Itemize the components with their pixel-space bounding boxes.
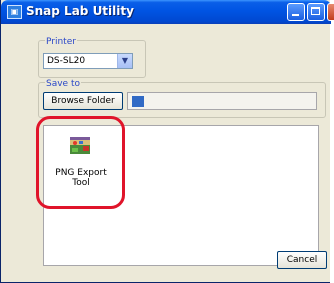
maximize-button[interactable] bbox=[307, 3, 325, 21]
highlight-callout bbox=[36, 116, 125, 209]
save-to-label: Save to bbox=[45, 79, 81, 89]
printer-select[interactable]: DS-SL20 ▼ bbox=[43, 53, 133, 69]
minimize-button[interactable] bbox=[287, 3, 305, 21]
printer-label: Printer bbox=[45, 37, 77, 47]
browse-folder-button[interactable]: Browse Folder bbox=[43, 92, 123, 110]
app-icon: ▣ bbox=[7, 5, 22, 19]
save-path-field[interactable] bbox=[127, 92, 317, 110]
printer-select-value: DS-SL20 bbox=[47, 56, 86, 66]
cancel-button[interactable]: Cancel bbox=[277, 251, 327, 269]
app-window: ▣ Snap Lab Utility Printer DS-SL20 ▼ Sav… bbox=[0, 0, 334, 283]
title-bar[interactable]: ▣ Snap Lab Utility bbox=[1, 0, 334, 24]
path-selection-highlight bbox=[132, 96, 144, 107]
window-title: Snap Lab Utility bbox=[26, 4, 134, 18]
close-button[interactable] bbox=[327, 3, 334, 21]
chevron-down-icon[interactable]: ▼ bbox=[117, 54, 132, 68]
